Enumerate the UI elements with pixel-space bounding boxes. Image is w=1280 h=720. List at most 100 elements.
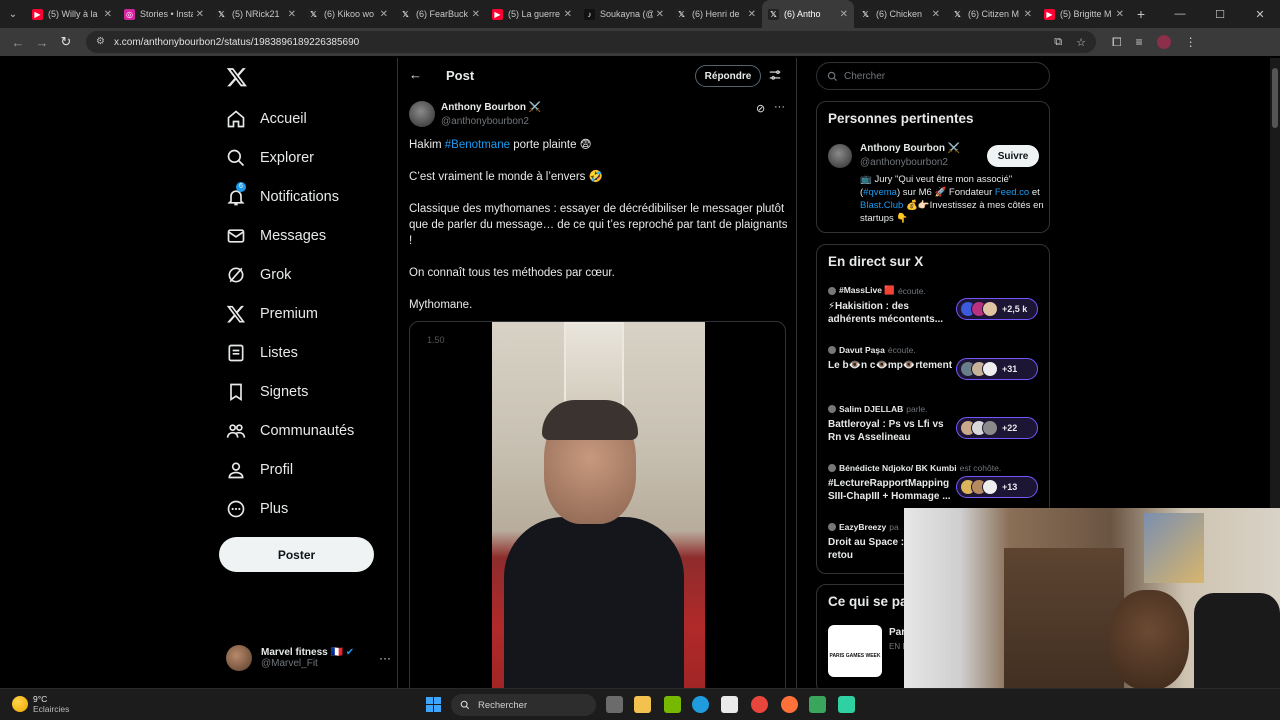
author-name[interactable]: Anthony Bourbon ⚔️ — [441, 102, 541, 113]
nav-explore[interactable]: Explorer — [226, 143, 314, 173]
nav-grok[interactable]: Grok — [226, 260, 291, 290]
site-info-icon[interactable]: ⚙ — [96, 37, 106, 47]
live-space-item[interactable]: Davut Paşa écoute. Le b👁️n c👁️mp👁️rtement… — [828, 345, 1043, 380]
nav-messages[interactable]: Messages — [226, 221, 326, 251]
grok-icon[interactable]: ⊘ — [756, 102, 765, 115]
browser-tab[interactable]: ▶ (5) Willy à la ✕ — [26, 0, 118, 28]
close-icon[interactable]: ✕ — [564, 9, 572, 20]
close-icon[interactable]: ✕ — [472, 9, 480, 20]
avatar[interactable] — [828, 144, 852, 168]
app-icon[interactable] — [838, 696, 855, 713]
more-circle-icon — [227, 500, 245, 518]
account-switcher[interactable]: Marvel fitness 🇫🇷 ✔ @Marvel_Fit ··· — [226, 642, 391, 674]
chrome-icon[interactable] — [751, 696, 768, 713]
nav-bookmarks[interactable]: Signets — [226, 377, 308, 407]
new-tab-button[interactable]: + — [1130, 6, 1152, 22]
browser-tab[interactable]: ◎ Stories • Insta ✕ — [118, 0, 210, 28]
avatar — [982, 479, 998, 495]
extensions-icon[interactable]: ⧠ — [1112, 35, 1122, 50]
edge-icon[interactable] — [692, 696, 709, 713]
close-icon[interactable]: ✕ — [288, 9, 296, 20]
tab-search-icon[interactable]: ⌄ — [0, 0, 26, 28]
windows-start-icon[interactable] — [426, 697, 441, 712]
browser-menu-icon[interactable]: ⋮ — [1185, 35, 1197, 49]
more-icon[interactable]: ··· — [774, 101, 785, 113]
taskbar-search[interactable]: Rechercher — [451, 694, 596, 716]
close-icon[interactable]: ✕ — [748, 9, 756, 20]
close-icon[interactable]: ✕ — [380, 9, 388, 20]
video-player[interactable]: 1.50 — [409, 321, 786, 688]
event-title[interactable]: Par — [889, 627, 905, 638]
nvidia-icon[interactable] — [664, 696, 681, 713]
space-title: Battleroyal : Ps vs Lfi vs Rn vs Asselin… — [828, 419, 944, 443]
x-logo-icon[interactable] — [226, 66, 248, 88]
bookmark-star-icon[interactable]: ☆ — [1076, 36, 1086, 49]
nav-home[interactable]: Accueil — [226, 104, 307, 134]
avatar — [828, 405, 836, 413]
more-icon[interactable]: ··· — [379, 651, 391, 665]
browser-tab[interactable]: 𝕏 (6) FearBuck ✕ — [394, 0, 486, 28]
forward-arrow-icon[interactable]: → — [30, 35, 54, 50]
nav-profile[interactable]: Profil — [226, 455, 293, 485]
close-window-button[interactable]: ✕ — [1240, 8, 1280, 21]
filter-icon[interactable] — [768, 68, 782, 82]
task-view-icon[interactable] — [606, 696, 623, 713]
maximize-button[interactable]: ☐ — [1200, 8, 1240, 21]
user-handle[interactable]: @anthonybourbon2 — [860, 157, 948, 168]
browser-tab[interactable]: 𝕏 (6) Henri de ✕ — [670, 0, 762, 28]
back-arrow-icon[interactable]: ← — [409, 67, 422, 82]
nav-communities[interactable]: Communautés — [226, 416, 354, 446]
listeners-pill[interactable]: +2,5 k — [956, 298, 1038, 320]
store-icon[interactable] — [721, 696, 738, 713]
nav-notifications[interactable]: 6 Notifications — [226, 182, 339, 212]
browser-tab[interactable]: 𝕏 (6) Chicken ✕ — [854, 0, 946, 28]
app-icon[interactable] — [809, 696, 826, 713]
user-name[interactable]: Anthony Bourbon ⚔️ — [860, 143, 960, 154]
avatar[interactable] — [409, 101, 435, 127]
listeners-pill[interactable]: +22 — [956, 417, 1038, 439]
weather-widget[interactable]: 9°C Eclaircies — [12, 694, 69, 714]
live-space-item[interactable]: Bénédicte Ndjoko/ BK Kumbi est cohôte. #L… — [828, 463, 1043, 503]
close-icon[interactable]: ✕ — [932, 9, 940, 20]
close-icon[interactable]: ✕ — [1116, 9, 1124, 20]
post-button[interactable]: Poster — [219, 537, 374, 572]
media-control-icon[interactable]: ≡ — [1136, 35, 1143, 49]
minimize-button[interactable]: — — [1160, 8, 1200, 20]
nav-premium[interactable]: Premium — [226, 299, 318, 329]
live-space-item[interactable]: #MassLive 🟥 écoute. ⚡Hakisition : des adh… — [828, 285, 1043, 326]
browser-tab[interactable]: 𝕏 (6) Antho ✕ — [762, 0, 854, 28]
listeners-pill[interactable]: +31 — [956, 358, 1038, 380]
follow-button[interactable]: Suivre — [987, 145, 1039, 167]
close-icon[interactable]: ✕ — [840, 9, 848, 20]
playback-speed[interactable]: 1.50 — [427, 335, 445, 345]
file-explorer-icon[interactable] — [634, 696, 651, 713]
url-bar[interactable]: ⚙ x.com/anthonybourbon2/status/198389618… — [86, 31, 1096, 53]
reload-icon[interactable]: ↻ — [54, 34, 78, 50]
reply-button[interactable]: Répondre — [695, 65, 761, 87]
search-input[interactable]: Chercher — [816, 62, 1050, 90]
browser-tab[interactable]: 𝕏 (5) NRick21 ✕ — [210, 0, 302, 28]
browser-tab[interactable]: 𝕏 (6) Kikoo wo ✕ — [302, 0, 394, 28]
nav-more[interactable]: Plus — [226, 494, 288, 524]
browser-tab[interactable]: ▶ (5) Brigitte M ✕ — [1038, 0, 1130, 28]
hashtag-link[interactable]: #Benotmane — [445, 139, 510, 151]
listeners-pill[interactable]: +13 — [956, 476, 1038, 498]
x-icon: 𝕏 — [216, 8, 227, 20]
nav-label-home: Accueil — [260, 111, 307, 127]
browser-tab[interactable]: 𝕏 (6) Citizen M ✕ — [946, 0, 1038, 28]
space-host: Salim DJELLAB parle. — [828, 404, 1043, 414]
close-icon[interactable]: ✕ — [104, 9, 112, 20]
event-logo[interactable]: PARIS GAMES WEEK — [828, 625, 882, 677]
close-icon[interactable]: ✕ — [196, 9, 204, 20]
profile-avatar[interactable] — [1156, 35, 1171, 49]
browser-tab[interactable]: ▶ (5) La guerre ✕ — [486, 0, 578, 28]
close-icon[interactable]: ✕ — [656, 9, 664, 20]
install-icon[interactable]: ⧉ — [1054, 36, 1062, 49]
live-space-item[interactable]: Salim DJELLAB parle. Battleroyal : Ps vs … — [828, 404, 1043, 444]
firefox-icon[interactable] — [781, 696, 798, 713]
back-arrow-icon[interactable]: ← — [6, 35, 30, 50]
author-handle[interactable]: @anthonybourbon2 — [441, 116, 529, 127]
close-icon[interactable]: ✕ — [1024, 9, 1032, 20]
nav-lists[interactable]: Listes — [226, 338, 298, 368]
browser-tab[interactable]: ♪ Soukayna (@ ✕ — [578, 0, 670, 28]
